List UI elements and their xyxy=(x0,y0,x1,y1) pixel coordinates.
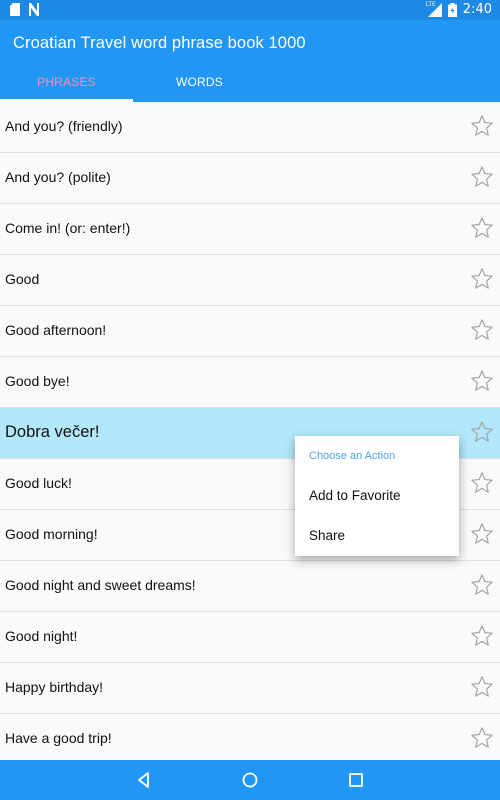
tab-phrases[interactable]: PHRASES xyxy=(0,66,133,102)
phrase-row[interactable]: Good xyxy=(0,255,500,306)
status-bar: LTE 2:40 xyxy=(0,0,500,20)
status-time: 2:40 xyxy=(462,2,492,17)
phrase-label: Happy birthday! xyxy=(5,679,104,695)
favorite-star-icon[interactable] xyxy=(470,471,494,495)
favorite-star-icon[interactable] xyxy=(470,522,494,546)
favorite-star-icon[interactable] xyxy=(470,369,494,393)
phrase-label: Come in! (or: enter!) xyxy=(5,220,131,236)
tab-words[interactable]: WORDS xyxy=(133,66,266,102)
context-menu: Choose an Action Add to Favorite Share xyxy=(295,436,459,556)
favorite-star-icon[interactable] xyxy=(470,624,494,648)
phrase-label: Have a good trip! xyxy=(5,730,112,746)
phrase-label: Good bye! xyxy=(5,373,70,389)
app-title: Croatian Travel word phrase book 1000 xyxy=(13,34,306,52)
favorite-star-icon[interactable] xyxy=(470,675,494,699)
context-menu-title: Choose an Action xyxy=(309,450,396,462)
phrase-label: Good xyxy=(5,271,40,287)
favorite-star-icon[interactable] xyxy=(470,114,494,138)
sd-card-icon xyxy=(10,3,20,16)
add-to-favorite-menu-item[interactable]: Add to Favorite xyxy=(309,488,401,503)
phrase-row[interactable]: Good night! xyxy=(0,612,500,663)
phrase-list: And you? (friendly) And you? (polite) Come… xyxy=(0,102,500,765)
phrase-row[interactable]: And you? (polite) xyxy=(0,153,500,204)
favorite-star-icon[interactable] xyxy=(470,420,494,444)
phrase-label: Dobra večer! xyxy=(5,423,100,441)
favorite-star-icon[interactable] xyxy=(470,726,494,750)
favorite-star-icon[interactable] xyxy=(470,216,494,240)
phrase-row[interactable]: Come in! (or: enter!) xyxy=(0,204,500,255)
lte-signal-icon: LTE xyxy=(426,1,442,17)
favorite-star-icon[interactable] xyxy=(470,318,494,342)
phrase-label: And you? (friendly) xyxy=(5,118,123,134)
phrase-row[interactable]: Good night and sweet dreams! xyxy=(0,561,500,612)
phrase-row[interactable]: And you? (friendly) xyxy=(0,102,500,153)
home-circle-icon[interactable] xyxy=(241,771,259,789)
status-right-icons: LTE 2:40 xyxy=(426,1,492,18)
back-triangle-icon[interactable] xyxy=(135,771,153,789)
phrase-row[interactable]: Happy birthday! xyxy=(0,663,500,714)
n-notification-icon xyxy=(29,3,39,16)
phrase-row[interactable]: Good bye! xyxy=(0,357,500,408)
phrase-label: Good morning! xyxy=(5,526,98,542)
status-left-icons xyxy=(10,3,40,16)
phrase-label: And you? (polite) xyxy=(5,169,111,185)
phrase-label: Good night and sweet dreams! xyxy=(5,577,196,593)
phrase-row[interactable]: Good afternoon! xyxy=(0,306,500,357)
recents-square-icon[interactable] xyxy=(347,771,365,789)
navigation-bar xyxy=(0,760,500,800)
favorite-star-icon[interactable] xyxy=(470,267,494,291)
share-menu-item[interactable]: Share xyxy=(309,528,345,543)
favorite-star-icon[interactable] xyxy=(470,165,494,189)
phrase-label: Good afternoon! xyxy=(5,322,107,338)
phrase-label: Good luck! xyxy=(5,475,72,491)
battery-icon xyxy=(447,2,457,17)
phrase-row[interactable]: Have a good trip! xyxy=(0,714,500,765)
tab-bar: PHRASES WORDS xyxy=(0,66,500,102)
favorite-star-icon[interactable] xyxy=(470,573,494,597)
phrase-label: Good night! xyxy=(5,628,78,644)
app-bar: Croatian Travel word phrase book 1000 PH… xyxy=(0,20,500,102)
